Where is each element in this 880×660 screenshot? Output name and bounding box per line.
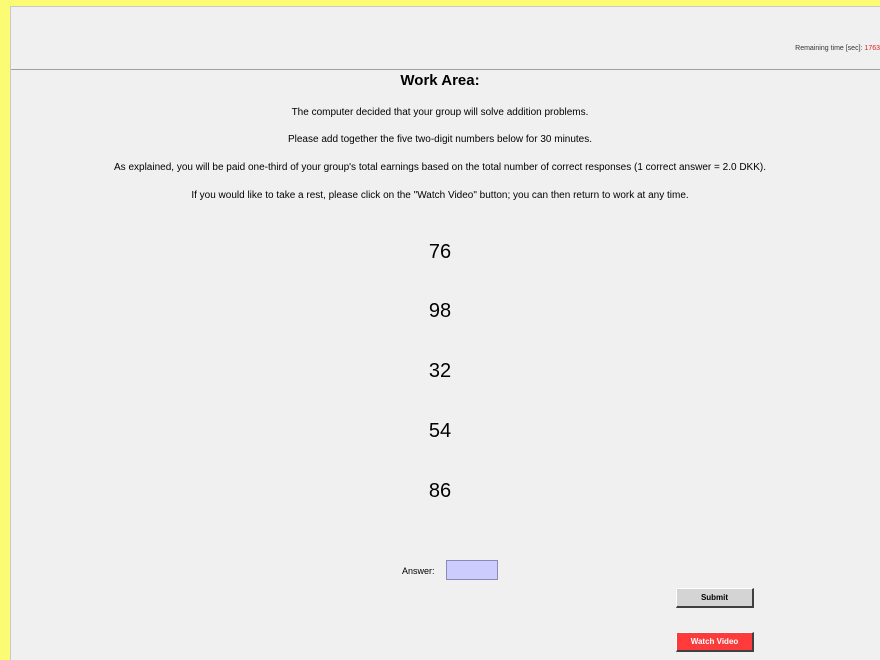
instruction-line: The computer decided that your group wil…: [291, 107, 589, 118]
addend-number: 76: [428, 241, 452, 263]
instruction-line: Please add together the five two-digit n…: [287, 134, 593, 145]
page-title: Work Area:: [400, 72, 480, 89]
answer-input[interactable]: [446, 560, 498, 580]
instruction-line: If you would like to take a rest, please…: [191, 190, 689, 201]
answer-label: Answer:: [402, 566, 435, 576]
addend-number: 32: [428, 360, 452, 382]
addend-number: 54: [428, 420, 452, 442]
timer-label: Remaining time [sec]:: [795, 45, 863, 52]
remaining-time: Remaining time [sec]: 1763: [795, 45, 880, 52]
header-bar: Remaining time [sec]: 1763: [11, 7, 880, 70]
addend-number: 98: [428, 300, 452, 322]
submit-button[interactable]: Submit: [676, 588, 754, 608]
addend-number: 86: [428, 480, 452, 502]
instruction-line: As explained, you will be paid one-third…: [114, 162, 766, 173]
experiment-window: Remaining time [sec]: 1763: [10, 6, 880, 660]
timer-value: 1763: [864, 45, 880, 52]
watch-video-button[interactable]: Watch Video: [676, 632, 754, 652]
